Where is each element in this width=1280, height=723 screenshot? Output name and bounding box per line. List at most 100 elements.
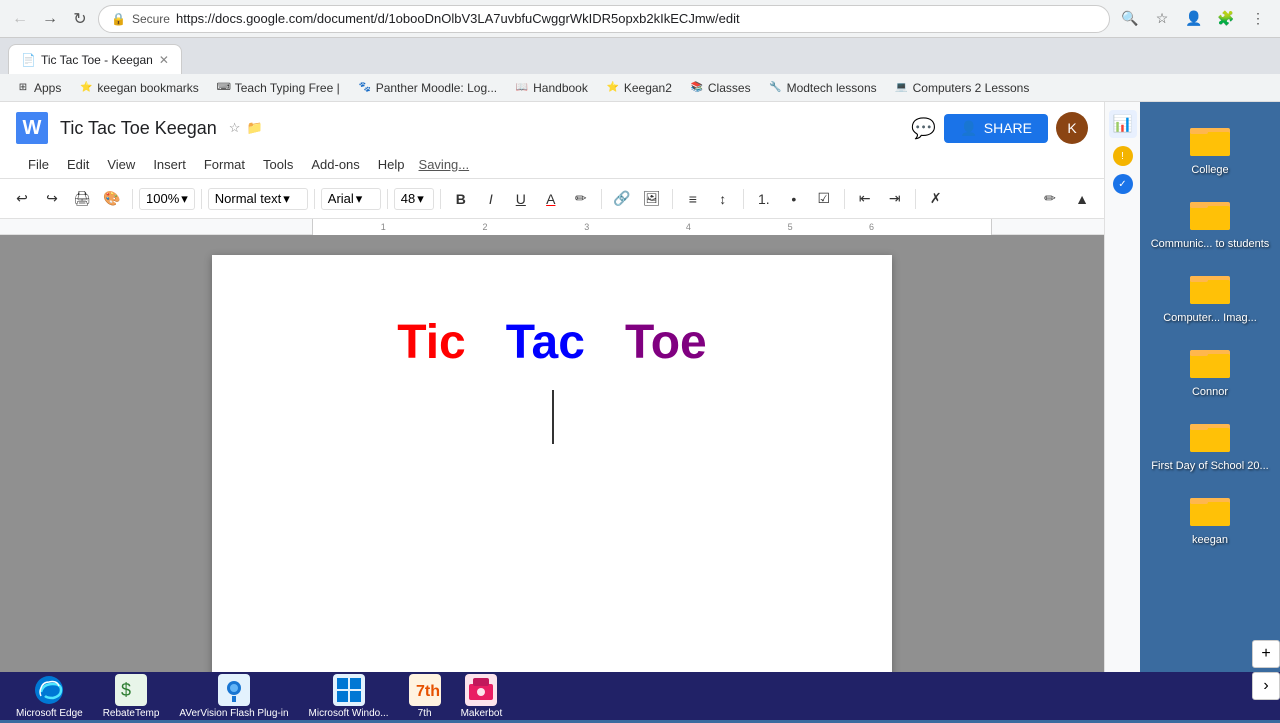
line-spacing-button[interactable]: ↕ — [709, 185, 737, 213]
refresh-button[interactable]: ↻ — [68, 7, 92, 31]
separator-10 — [915, 189, 916, 209]
bookmark-classes[interactable]: 📚 Classes — [682, 79, 759, 97]
redo-button[interactable]: ↪ — [38, 185, 66, 213]
menu-edit[interactable]: Edit — [59, 153, 97, 176]
document-scroll-area[interactable]: Tic Tac Toe + › — [0, 235, 1104, 672]
collapse-toolbar-button[interactable]: ▲ — [1068, 185, 1096, 213]
keegan-bookmark-icon: ⭐ — [79, 81, 93, 95]
search-icon-btn[interactable]: 🔍 — [1116, 5, 1144, 33]
menu-addons[interactable]: Add-ons — [303, 153, 367, 176]
edit-mode-button[interactable]: ✏ — [1036, 185, 1064, 213]
clear-format-button[interactable]: ✗ — [922, 185, 950, 213]
7th-icon: 7th — [409, 674, 441, 706]
extensions-btn[interactable]: 🧩 — [1212, 5, 1240, 33]
back-button[interactable]: ← — [8, 7, 32, 31]
profile-btn[interactable]: 👤 — [1180, 5, 1208, 33]
bookmark-panther[interactable]: 🐾 Panther Moodle: Log... — [350, 79, 505, 97]
active-tab[interactable]: 📄 Tic Tac Toe - Keegan ✕ — [8, 44, 182, 74]
bookmark-keegan2-label: Keegan2 — [624, 81, 672, 95]
desktop-icon-keegan[interactable]: keegan — [1140, 480, 1280, 550]
docs-right-sidebar: 📊 ! ✓ — [1104, 102, 1140, 672]
tab-favicon: 📄 — [21, 53, 35, 67]
bookmark-teach-typing[interactable]: ⌨ Teach Typing Free | — [209, 79, 348, 97]
desktop-icon-computer-img[interactable]: Computer... Imag... — [1140, 258, 1280, 328]
star-icon[interactable]: ☆ — [229, 120, 241, 136]
keegan2-icon: ⭐ — [606, 81, 620, 95]
separator-1 — [132, 189, 133, 209]
comments-btn[interactable]: 💬 — [911, 116, 936, 141]
bold-button[interactable]: B — [447, 185, 475, 213]
bookmark-keegan2[interactable]: ⭐ Keegan2 — [598, 79, 680, 97]
share-button[interactable]: 👤 SHARE — [944, 114, 1048, 143]
desktop-icon-firstday[interactable]: First Day of School 20... — [1140, 406, 1280, 476]
document-page[interactable]: Tic Tac Toe — [212, 255, 892, 672]
bookmark-apps[interactable]: ⊞ Apps — [8, 79, 69, 97]
style-value: Normal text — [215, 191, 281, 206]
docs-header: W Tic Tac Toe Keegan ☆ 📁 💬 👤 SHARE K — [0, 102, 1104, 179]
desktop-icon-connor[interactable]: Connor — [1140, 332, 1280, 402]
taskbar-makerbot[interactable]: Makerbot — [453, 670, 511, 723]
separator-7 — [672, 189, 673, 209]
indent-less-button[interactable]: ⇤ — [851, 185, 879, 213]
highlight-button[interactable]: ✏ — [567, 185, 595, 213]
font-size-selector[interactable]: 48 ▾ — [394, 188, 434, 210]
bookmark-keegan[interactable]: ⭐ keegan bookmarks — [71, 79, 206, 97]
bookmark-handbook[interactable]: 📖 Handbook — [507, 79, 596, 97]
taskbar-rebate[interactable]: $ RebateTemp — [95, 670, 168, 723]
indent-more-button[interactable]: ⇥ — [881, 185, 909, 213]
separator-6 — [601, 189, 602, 209]
text-color-button[interactable]: A — [537, 185, 565, 213]
image-button[interactable]: 🖼 — [638, 185, 666, 213]
bullet-list-button[interactable]: • — [780, 185, 808, 213]
tab-close-icon[interactable]: ✕ — [159, 53, 169, 67]
menu-insert[interactable]: Insert — [145, 153, 194, 176]
firstday-label: First Day of School 20... — [1151, 460, 1268, 472]
windows-label: Microsoft Windo... — [309, 708, 389, 719]
user-avatar[interactable]: K — [1056, 112, 1088, 144]
document-title[interactable]: Tic Tac Toe Keegan — [60, 118, 217, 139]
rebate-label: RebateTemp — [103, 708, 160, 719]
print-button[interactable]: 🖨 — [68, 185, 96, 213]
numbered-list-button[interactable]: 1. — [750, 185, 778, 213]
menu-file[interactable]: File — [20, 153, 57, 176]
link-button[interactable]: 🔗 — [608, 185, 636, 213]
forward-button[interactable]: → — [38, 7, 62, 31]
checklist-button[interactable]: ☑ — [810, 185, 838, 213]
address-bar[interactable]: 🔒 Secure https://docs.google.com/documen… — [98, 5, 1110, 33]
connor-folder-icon — [1186, 336, 1234, 384]
underline-button[interactable]: U — [507, 185, 535, 213]
menu-tools[interactable]: Tools — [255, 153, 301, 176]
taskbar-windows[interactable]: Microsoft Windo... — [301, 670, 397, 723]
format-paint-button[interactable]: 🎨 — [98, 185, 126, 213]
menu-help[interactable]: Help — [370, 153, 413, 176]
align-button[interactable]: ≡ — [679, 185, 707, 213]
share-icon: 👤 — [960, 120, 977, 137]
bookmark-star-btn[interactable]: ☆ — [1148, 5, 1176, 33]
secure-icon: 🔒 — [111, 12, 126, 26]
font-selector[interactable]: Arial ▾ — [321, 188, 381, 210]
paragraph-style-selector[interactable]: Normal text ▾ — [208, 188, 308, 210]
desktop-icon-college[interactable]: College — [1140, 110, 1280, 180]
menu-btn[interactable]: ⋮ — [1244, 5, 1272, 33]
word-tac: Tac — [506, 316, 585, 369]
zoom-selector[interactable]: 100% ▾ — [139, 188, 195, 210]
comment-panel-btn[interactable]: ! — [1113, 146, 1133, 166]
explore-panel-btn[interactable]: ✓ — [1113, 174, 1133, 194]
taskbar-7th[interactable]: 7th 7th — [401, 670, 449, 723]
taskbar-avervision[interactable]: AVerVision Flash Plug-in — [171, 670, 296, 723]
menu-format[interactable]: Format — [196, 153, 253, 176]
bookmark-modtech[interactable]: 🔧 Modtech lessons — [761, 79, 885, 97]
word-toe: Toe — [625, 316, 707, 369]
folder-icon[interactable]: 📁 — [246, 120, 262, 136]
desktop-icon-communic[interactable]: Communic... to students — [1140, 184, 1280, 254]
taskbar-edge[interactable]: Microsoft Edge — [8, 670, 91, 723]
activity-panel-btn[interactable]: 📊 — [1109, 110, 1137, 138]
communic-folder-icon — [1186, 188, 1234, 236]
undo-button[interactable]: ↩ — [8, 185, 36, 213]
menu-view[interactable]: View — [99, 153, 143, 176]
document-title-text: Tic Tac Toe — [292, 315, 812, 370]
avervision-icon — [218, 674, 250, 706]
bookmark-computers2[interactable]: 💻 Computers 2 Lessons — [887, 79, 1038, 97]
docs-logo-letter: W — [23, 117, 42, 140]
italic-button[interactable]: I — [477, 185, 505, 213]
